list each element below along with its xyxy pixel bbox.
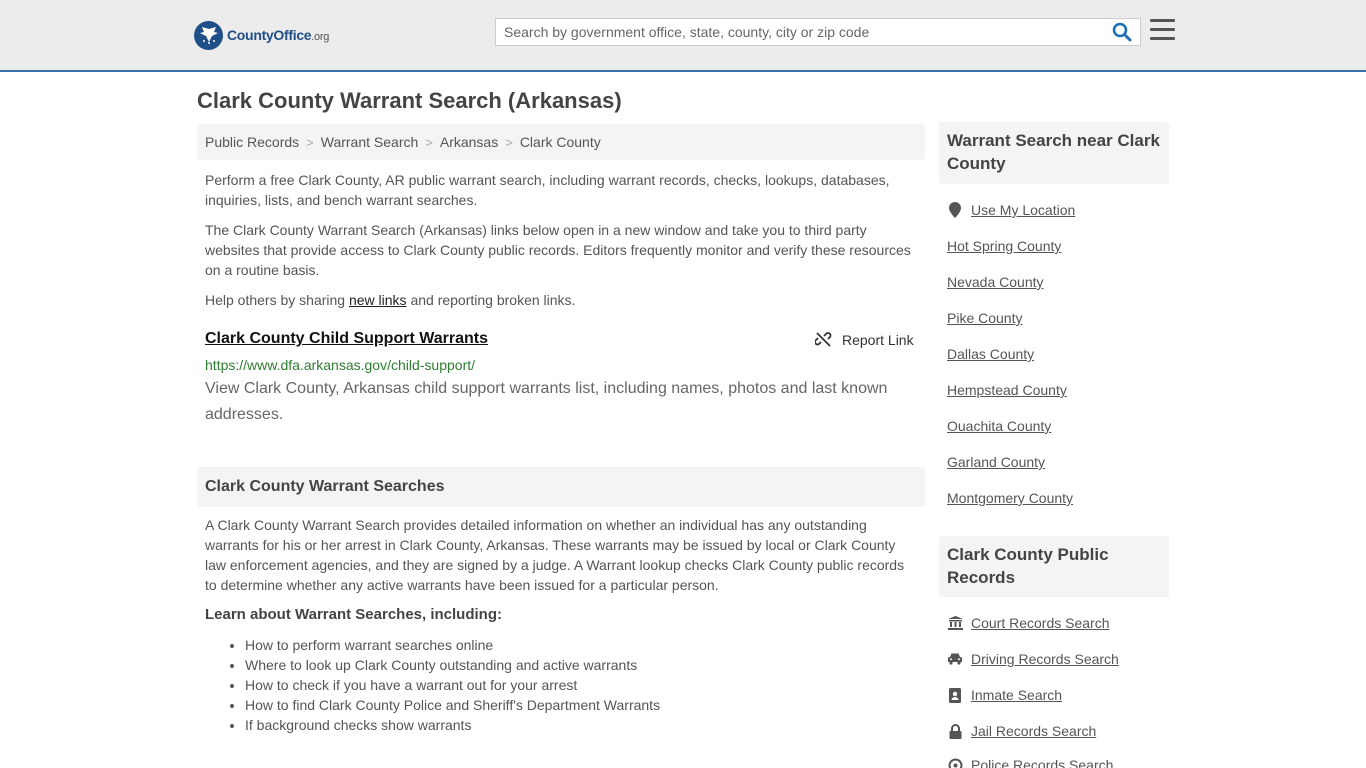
- breadcrumb: Public Records > Warrant Search > Arkans…: [197, 124, 925, 160]
- logo-text: CountyOffice.org: [227, 27, 330, 43]
- eagle-seal-icon: [194, 20, 223, 50]
- report-link-label: Report Link: [842, 331, 914, 348]
- broken-link-icon: [815, 332, 832, 347]
- inmate-search-link[interactable]: Inmate Search: [947, 687, 1062, 703]
- court-records-link[interactable]: Court Records Search: [947, 615, 1110, 631]
- nearby-heading: Warrant Search near Clark County: [939, 122, 1169, 184]
- chevron-right-icon: >: [306, 134, 314, 150]
- id-badge-icon: [947, 687, 963, 703]
- sidebar-item-ouachita-county[interactable]: Ouachita County: [947, 418, 1051, 434]
- sidebar-item-hempstead-county[interactable]: Hempstead County: [947, 382, 1067, 398]
- intro-paragraph-1: Perform a free Clark County, AR public w…: [205, 172, 890, 208]
- sidebar-item-dallas-county[interactable]: Dallas County: [947, 346, 1034, 362]
- list-item: How to check if you have a warrant out f…: [245, 675, 660, 695]
- result-url: https://www.dfa.arkansas.gov/child-suppo…: [205, 357, 476, 373]
- chevron-right-icon: >: [425, 134, 433, 150]
- report-link-button[interactable]: Report Link: [815, 331, 914, 348]
- learn-heading: Learn about Warrant Searches, including:: [205, 606, 502, 623]
- list-item: How to perform warrant searches online: [245, 635, 660, 655]
- top-header: CountyOffice.org: [0, 0, 1366, 72]
- sidebar-item-montgomery-county[interactable]: Montgomery County: [947, 490, 1073, 506]
- list-item: If background checks show warrants: [245, 715, 660, 735]
- result-title-link[interactable]: Clark County Child Support Warrants: [205, 330, 488, 348]
- breadcrumb-public-records[interactable]: Public Records: [205, 134, 299, 150]
- list-item: How to find Clark County Police and Sher…: [245, 695, 660, 715]
- search-input[interactable]: [496, 19, 1106, 45]
- search-bar: [495, 18, 1141, 46]
- breadcrumb-arkansas[interactable]: Arkansas: [440, 134, 498, 150]
- police-records-link[interactable]: Police Records Search: [947, 757, 1113, 768]
- map-pin-icon: [947, 202, 963, 218]
- list-item: Where to look up Clark County outstandin…: [245, 655, 660, 675]
- search-icon[interactable]: [1112, 22, 1134, 44]
- lock-icon: [947, 723, 963, 739]
- sidebar-item-pike-county[interactable]: Pike County: [947, 310, 1022, 326]
- learn-list: How to perform warrant searches online W…: [245, 635, 660, 735]
- use-my-location-link[interactable]: Use My Location: [947, 202, 1075, 218]
- intro-paragraph-2: The Clark County Warrant Search (Arkansa…: [205, 222, 911, 278]
- chevron-right-icon: >: [505, 134, 513, 150]
- public-records-heading: Clark County Public Records: [939, 536, 1169, 597]
- car-icon: [947, 651, 963, 667]
- sidebar-item-garland-county[interactable]: Garland County: [947, 454, 1045, 470]
- site-logo[interactable]: CountyOffice.org: [194, 20, 329, 50]
- breadcrumb-warrant-search[interactable]: Warrant Search: [321, 134, 419, 150]
- page-title: Clark County Warrant Search (Arkansas): [197, 88, 622, 113]
- warrant-searches-text: A Clark County Warrant Search provides d…: [205, 517, 905, 593]
- jail-records-link[interactable]: Jail Records Search: [947, 723, 1096, 739]
- result-description: View Clark County, Arkansas child suppor…: [205, 380, 888, 423]
- police-badge-icon: [947, 757, 963, 768]
- sidebar-item-hot-spring-county[interactable]: Hot Spring County: [947, 238, 1061, 254]
- courthouse-icon: [947, 615, 963, 631]
- warrant-searches-heading: Clark County Warrant Searches: [197, 467, 925, 507]
- hamburger-menu-icon[interactable]: [1150, 19, 1175, 41]
- intro-paragraph-3: Help others by sharing new links and rep…: [205, 292, 576, 308]
- new-links-link[interactable]: new links: [349, 292, 407, 308]
- sidebar-item-nevada-county[interactable]: Nevada County: [947, 274, 1044, 290]
- breadcrumb-clark-county[interactable]: Clark County: [520, 134, 601, 150]
- driving-records-link[interactable]: Driving Records Search: [947, 651, 1119, 667]
